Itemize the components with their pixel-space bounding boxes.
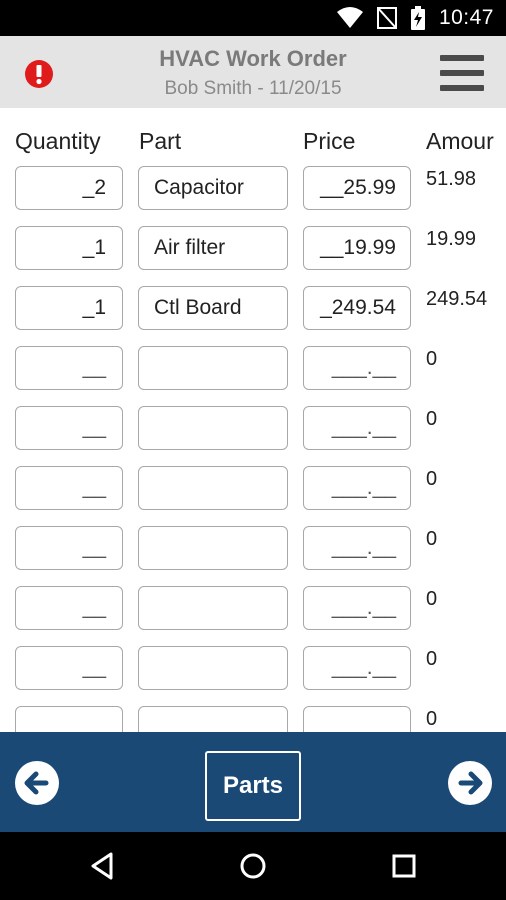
table-row: _2 Capacitor __25.99 51.98: [0, 166, 506, 212]
column-header-part: Part: [139, 128, 182, 154]
back-icon[interactable]: [85, 849, 119, 883]
part-field[interactable]: [138, 466, 288, 510]
price-field[interactable]: __25.99: [303, 166, 411, 210]
amount-value: 0: [426, 708, 438, 730]
amount-value: 0: [426, 648, 438, 670]
table-row: __ ___.__ 0: [0, 646, 506, 692]
page-title: HVAC Work Order: [159, 46, 347, 71]
table-row: _1 Air filter __19.99 19.99: [0, 226, 506, 272]
amount-value: 19.99: [426, 228, 477, 250]
table-row: __ ___.__ 0: [0, 346, 506, 392]
amount-value: 0: [426, 528, 438, 550]
home-icon[interactable]: [236, 849, 270, 883]
price-field[interactable]: ___.__: [303, 466, 411, 510]
parts-button[interactable]: Parts: [205, 751, 301, 821]
recents-icon[interactable]: [387, 849, 421, 883]
arrow-right-circle-icon[interactable]: [447, 760, 493, 806]
quantity-field[interactable]: [15, 706, 123, 732]
system-navigation-bar: [0, 832, 506, 900]
quantity-field[interactable]: __: [15, 646, 123, 690]
quantity-field[interactable]: __: [15, 466, 123, 510]
battery-charging-icon: [410, 6, 425, 30]
amount-value: 0: [426, 408, 438, 430]
part-field[interactable]: [138, 526, 288, 570]
table-row: __ ___.__ 0: [0, 586, 506, 632]
app-header: HVAC Work Order Bob Smith - 11/20/15: [0, 36, 506, 108]
table-row: __ ___.__ 0: [0, 466, 506, 512]
part-field[interactable]: Ctl Board: [138, 286, 288, 330]
part-field[interactable]: [138, 586, 288, 630]
price-field[interactable]: ___.__: [303, 586, 411, 630]
amount-value: 249.54: [426, 288, 488, 310]
quantity-field[interactable]: __: [15, 586, 123, 630]
price-field[interactable]: ___.__: [303, 526, 411, 570]
part-field[interactable]: [138, 346, 288, 390]
amount-value: 51.98: [426, 168, 477, 190]
amount-value: 0: [426, 348, 438, 370]
no-sim-icon: [376, 7, 397, 29]
amount-value: 0: [426, 588, 438, 610]
arrow-left-circle-icon[interactable]: [14, 760, 60, 806]
column-header-quantity: Quantity: [15, 128, 101, 154]
quantity-field[interactable]: __: [15, 526, 123, 570]
price-field[interactable]: ___.__: [303, 406, 411, 450]
table-row: __ ___.__ 0: [0, 526, 506, 572]
quantity-field[interactable]: __: [15, 346, 123, 390]
table-row: 0: [0, 706, 506, 732]
part-field[interactable]: Air filter: [138, 226, 288, 270]
page-subtitle: Bob Smith - 11/20/15: [164, 78, 342, 99]
quantity-field[interactable]: _1: [15, 286, 123, 330]
quantity-field[interactable]: __: [15, 406, 123, 450]
wifi-icon: [336, 7, 363, 28]
part-field[interactable]: Capacitor: [138, 166, 288, 210]
part-field[interactable]: [138, 646, 288, 690]
status-bar: 10:47: [0, 0, 506, 36]
quantity-field[interactable]: _2: [15, 166, 123, 210]
part-field[interactable]: [138, 706, 288, 732]
hamburger-menu-icon[interactable]: [438, 53, 486, 93]
table-row: __ ___.__ 0: [0, 406, 506, 452]
amount-value: 0: [426, 468, 438, 490]
bottom-toolbar: Parts: [0, 732, 506, 832]
price-field[interactable]: __19.99: [303, 226, 411, 270]
price-field[interactable]: ___.__: [303, 346, 411, 390]
table-row: _1 Ctl Board _249.54 249.54: [0, 286, 506, 332]
price-field[interactable]: _249.54: [303, 286, 411, 330]
parts-table: Quantity Part Price Amour _2 Capacitor _…: [0, 108, 506, 732]
quantity-field[interactable]: _1: [15, 226, 123, 270]
column-header-amount: Amour: [426, 128, 494, 154]
column-header-price: Price: [303, 128, 356, 154]
price-field[interactable]: [303, 706, 411, 732]
price-field[interactable]: ___.__: [303, 646, 411, 690]
part-field[interactable]: [138, 406, 288, 450]
status-icons: 10:47: [336, 0, 494, 36]
status-time: 10:47: [438, 6, 494, 29]
